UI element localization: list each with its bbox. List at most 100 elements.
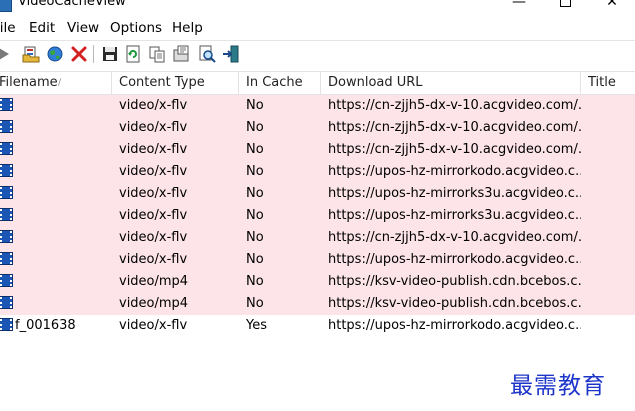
in-cache-cell: No [246,142,264,157]
sort-indicator-icon: / [57,78,61,88]
content-type-cell: video/x-flv [119,142,188,157]
content-type-cell: video/x-flv [119,230,188,245]
properties-button[interactable] [172,45,190,63]
video-file-icon [0,141,13,155]
delete-button[interactable] [70,45,88,63]
download-url-cell: https://cn-zjjh5-dx-v-10.acgvideo.com/..… [328,98,581,113]
video-file-icon [0,163,13,177]
watermark-text: 最需教育 [510,373,606,399]
title-cell [581,117,635,139]
filename-cell [0,95,112,117]
exit-button[interactable] [222,45,240,63]
filename-cell [0,117,112,139]
table-row[interactable]: video/x-flv No https://cn-zjjh5-dx-v-10.ac… [0,227,635,249]
column-header-download-url[interactable]: Download URL [321,72,581,94]
content-type-cell: video/x-flv [119,318,188,333]
in-cache-cell: No [246,98,264,113]
in-cache-cell: No [246,186,264,201]
maximize-button[interactable] [542,0,588,13]
download-url-cell: https://upos-hz-mirrorkodo.acgvideo.c... [328,318,581,333]
title-cell [581,271,635,293]
in-cache-cell: No [246,296,264,311]
in-cache-cell: No [246,252,264,267]
download-url-cell: https://cn-zjjh5-dx-v-10.acgvideo.com/..… [328,120,581,135]
download-url-cell: https://ksv-video-publish.cdn.bcebos.c..… [328,296,581,311]
title-cell [581,139,635,161]
refresh-icon [126,45,140,63]
column-header-label: Filename [0,75,58,90]
exit-icon [223,45,239,63]
table-row[interactable]: f_001638 video/x-flv Yes https://upos-hz-mi… [0,315,635,337]
find-button[interactable] [198,45,216,63]
menu-bar: File Edit View Options Help [0,17,635,39]
table-row[interactable]: video/mp4 No https://ksv-video-publish.cdn… [0,293,635,315]
content-type-cell: video/mp4 [119,296,189,311]
table-row[interactable]: video/x-flv No https://cn-zjjh5-dx-v-10.ac… [0,117,635,139]
title-cell [581,161,635,183]
filename-cell: f_001638 [0,315,112,337]
title-cell [581,183,635,205]
table-row[interactable]: video/x-flv No https://upos-hz-mirrorkodo.… [0,249,635,271]
filename-cell [0,227,112,249]
in-cache-cell: No [246,230,264,245]
menu-options[interactable]: Options [109,17,163,39]
filename-cell [0,139,112,161]
videocacheview-window: VideoCacheView — ✕ File Edit View Option… [0,0,635,411]
column-header-content-type[interactable]: Content Type [112,72,239,94]
play-button[interactable] [0,45,13,63]
video-file-icon [0,273,13,287]
content-type-cell: video/x-flv [119,252,188,267]
window-title: VideoCacheView [18,0,126,9]
column-header-filename[interactable]: Filename / [0,72,112,94]
table-row[interactable]: video/x-flv No https://upos-hz-mirrorks3u.… [0,205,635,227]
copy-button[interactable] [148,45,166,63]
content-type-cell: video/x-flv [119,120,188,135]
menu-edit[interactable]: Edit [28,17,56,39]
menu-help[interactable]: Help [171,17,204,39]
save-button[interactable] [101,45,119,63]
filename-text: f_001638 [15,318,76,333]
filename-cell [0,183,112,205]
properties-icon [173,45,189,62]
column-header-title[interactable]: Title [581,72,635,94]
title-cell [581,249,635,271]
refresh-button[interactable] [124,45,142,63]
title-cell [581,205,635,227]
maximize-icon [559,0,571,7]
in-cache-cell: No [246,274,264,289]
video-file-icon [0,97,13,111]
menu-view[interactable]: View [66,17,100,39]
column-header-in-cache[interactable]: In Cache [239,72,321,94]
table-row[interactable]: video/x-flv No https://upos-hz-mirrorks3u.… [0,183,635,205]
filename-cell [0,161,112,183]
open-folder-button[interactable] [22,45,40,63]
content-type-cell: video/x-flv [119,98,188,113]
table-header: Filename / Content Type In Cache Downloa… [0,71,635,95]
save-icon [103,47,117,61]
app-icon [0,0,12,12]
table-row[interactable]: video/x-flv No https://cn-zjjh5-dx-v-10.ac… [0,139,635,161]
video-file-icon [0,207,13,221]
globe-icon [47,46,63,62]
download-url-cell: https://upos-hz-mirrorkodo.acgvideo.c... [328,164,581,179]
toolbar [0,40,635,67]
video-file-icon [0,295,13,309]
table-row[interactable]: video/x-flv No https://cn-zjjh5-dx-v-10.ac… [0,95,635,117]
download-url-cell: https://cn-zjjh5-dx-v-10.acgvideo.com/..… [328,230,581,245]
toolbar-separator [93,45,94,63]
title-cell [581,227,635,249]
content-type-cell: video/x-flv [119,164,188,179]
table-row[interactable]: video/mp4 No https://ksv-video-publish.cdn… [0,271,635,293]
close-button[interactable]: ✕ [589,0,635,13]
in-cache-cell: No [246,164,264,179]
filename-cell [0,205,112,227]
minimize-button[interactable]: — [496,0,542,13]
filename-cell [0,271,112,293]
in-cache-cell: No [246,120,264,135]
copy-icon [149,46,165,63]
download-url-cell: https://ksv-video-publish.cdn.bcebos.c..… [328,274,581,289]
table-body: video/x-flv No https://cn-zjjh5-dx-v-10.ac… [0,95,635,337]
menu-file[interactable]: File [0,17,17,39]
table-row[interactable]: video/x-flv No https://upos-hz-mirrorkodo.… [0,161,635,183]
globe-button[interactable] [46,45,64,63]
